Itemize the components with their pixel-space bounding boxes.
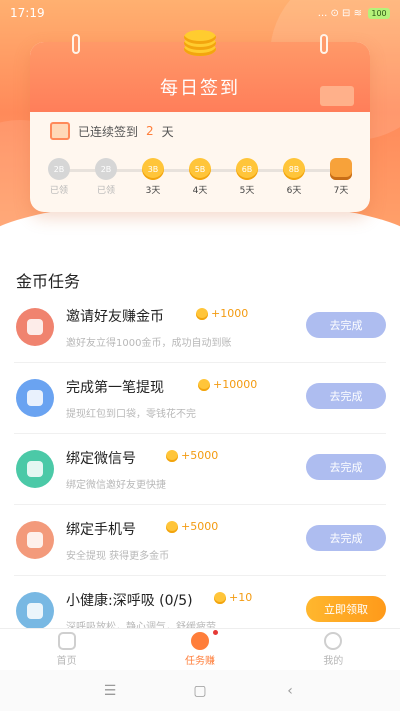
go-complete-button[interactable]: 去完成 [306,525,386,551]
checkin-title: 每日签到 [160,78,240,99]
task-name: 绑定手机号 [66,522,136,538]
streak-row: 已连续签到 2 天 [30,112,370,140]
battery-icon: 100 [368,7,390,19]
profile-icon [324,632,343,650]
gift-icon [320,86,354,106]
nav-label: 首页 [56,656,77,667]
calendar-ring-icon [72,34,80,54]
task-desc: 绑定微信邀好友更快捷 [66,480,166,491]
go-complete-button[interactable]: 去完成 [306,312,386,338]
coin-icon: 6B [236,158,258,180]
coin-icon [198,378,210,391]
day-label: 7天 [333,186,349,196]
task-desc: 提现红包到口袋，零钱花不完 [66,409,196,420]
nav-label: 任务赚 [184,656,215,667]
coin-icon: 3B [142,158,164,180]
task-item-wechat: 绑定微信号 +5000 绑定微信邀好友更快捷 去完成 [14,434,386,505]
withdraw-icon [16,379,54,417]
status-icons: ... ⊙ ⊟ ≋ 100 [317,7,390,19]
checkin-day[interactable]: 2B 已领 [42,158,76,198]
checkin-days: 2B 已领 2B 已领 3B 3天 5B 4天 6B 5天 8B 6天 7天 [42,158,358,198]
reward-amount: +5000 [181,520,219,533]
task-name: 绑定微信号 [66,451,136,467]
day-label: 5天 [239,186,255,196]
checkin-day[interactable]: 3B 3天 [136,158,170,198]
go-complete-button[interactable]: 去完成 [306,454,386,480]
day-label: 3天 [145,186,161,196]
coin-icon: 5B [189,158,211,180]
task-name: 小健康:深呼吸 (0/5) [66,593,193,609]
checkin-day[interactable]: 8B 6天 [277,158,311,198]
signal-icons: ... ⊙ ⊟ ≋ [317,7,362,19]
phone-icon [16,521,54,559]
claim-now-button[interactable]: 立即领取 [306,596,386,622]
section-title: 金币任务 [16,272,81,291]
bottom-nav: 首页 任务赚 我的 [0,628,400,670]
reward-badge: +10 [214,591,252,604]
task-item-withdraw: 完成第一笔提现 +10000 提现红包到口袋，零钱花不完 去完成 [14,363,386,434]
menu-icon[interactable]: ☰ [100,683,120,699]
home-icon [57,632,76,650]
day-label: 6天 [286,186,302,196]
calendar-ring-icon [320,34,328,54]
streak-days: 2 [146,124,154,138]
coin-icon [166,520,178,533]
coin-icon [214,591,226,604]
status-bar: 17:19 ... ⊙ ⊟ ≋ 100 [0,0,400,26]
task-heart-icon [190,632,209,650]
home-button-icon[interactable]: ▢ [190,683,210,699]
checkin-day[interactable]: 6B 5天 [230,158,264,198]
system-nav-bar: ☰ ▢ ‹ [0,670,400,711]
coin-icon: 8B [283,158,305,180]
nav-item-tasks[interactable]: 任务赚 [160,630,240,667]
task-item-phone: 绑定手机号 +5000 安全提现 获得更多金币 去完成 [14,505,386,576]
go-complete-button[interactable]: 去完成 [306,383,386,409]
day-label: 4天 [192,186,208,196]
task-item-invite: 邀请好友赚金币 +1000 邀好友立得1000金币，成功自动到账 去完成 [14,292,386,363]
checkin-day[interactable]: 2B 已领 [89,158,123,198]
reward-amount: +10000 [213,378,258,391]
calendar-icon [50,122,70,140]
treasure-chest-icon [330,158,352,180]
task-name: 邀请好友赚金币 [66,309,164,325]
task-desc: 安全提现 获得更多金币 [66,551,170,562]
task-desc: 邀好友立得1000金币，成功自动到账 [66,338,232,349]
coin-icon: 2B [95,158,117,180]
status-time: 17:19 [10,6,45,20]
reward-amount: +5000 [181,449,219,462]
back-icon[interactable]: ‹ [280,683,300,699]
checkin-day[interactable]: 7天 [324,158,358,198]
reward-badge: +5000 [166,449,218,462]
task-list: 邀请好友赚金币 +1000 邀好友立得1000金币，成功自动到账 去完成 完成第… [0,292,400,647]
nav-label: 我的 [323,656,344,667]
notification-dot [212,630,218,635]
invite-user-icon [16,308,54,346]
reward-amount: +10 [229,591,253,604]
nav-item-me[interactable]: 我的 [293,632,373,667]
coin-stack-icon [175,26,225,56]
wechat-icon [16,450,54,488]
streak-prefix: 已连续签到 [78,124,139,139]
task-name: 完成第一笔提现 [66,380,164,396]
coin-icon: 2B [48,158,70,180]
breath-icon [16,592,54,630]
checkin-header: 每日签到 [30,30,370,112]
reward-badge: +1000 [196,307,248,320]
day-label: 已领 [96,186,115,196]
nav-item-home[interactable]: 首页 [27,632,107,667]
checkin-card: 每日签到 已连续签到 2 天 2B 已领 2B 已领 3B 3天 5B 4天 6… [30,30,370,212]
streak-suffix: 天 [161,124,174,139]
coin-icon [166,449,178,462]
checkin-day[interactable]: 5B 4天 [183,158,217,198]
reward-badge: +10000 [198,378,257,391]
day-label: 已领 [49,186,68,196]
reward-badge: +5000 [166,520,218,533]
coin-icon [196,307,208,320]
reward-amount: +1000 [211,307,249,320]
